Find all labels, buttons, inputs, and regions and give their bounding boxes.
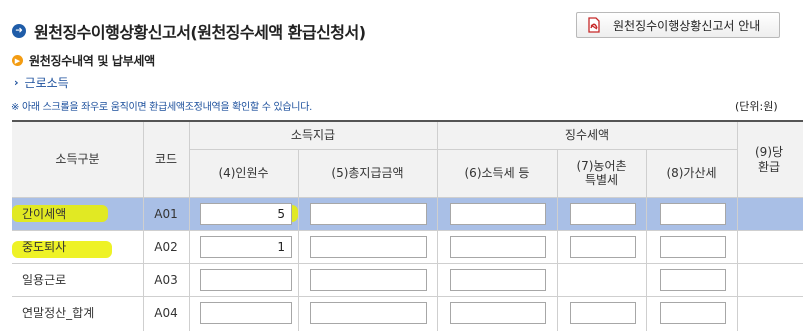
grid-line (189, 122, 190, 331)
circle-arrow-icon: ➜ (12, 24, 26, 38)
rural-tax-input[interactable] (570, 302, 636, 324)
subsection-heading: › 근로소득 (14, 74, 69, 91)
pdf-icon (588, 17, 600, 33)
header-withholding-tax: 징수세액 (437, 122, 737, 149)
header-additional-tax: (8)가산세 (646, 149, 737, 197)
header-refund: (9)당 환급 (737, 122, 803, 197)
withholding-table: 소득구분 코드 소득지급 징수세액 (9)당 환급 (4)인원수 (5)총지급금… (12, 120, 803, 331)
header-total-payment: (5)총지급금액 (298, 149, 437, 197)
unit-label: (단위:원) (735, 100, 778, 113)
headcount-input[interactable] (200, 236, 292, 258)
additional-tax-input[interactable] (660, 203, 726, 225)
row-code: A02 (154, 239, 178, 254)
grid-line (189, 149, 737, 150)
page-title-row: ➜ 원천징수이행상황신고서(원천징수세액 환급신청서) (12, 20, 366, 42)
total-payment-input[interactable] (310, 269, 427, 291)
headcount-input[interactable] (200, 203, 292, 225)
row-label: 간이세액 (22, 206, 67, 221)
grid-line (737, 122, 738, 331)
headcount-input[interactable] (200, 302, 292, 324)
row-label: 중도퇴사 (22, 239, 67, 254)
subsection-title: 근로소득 (24, 76, 69, 90)
row-label: 연말정산_합계 (22, 305, 95, 320)
grid-line (437, 122, 438, 331)
row-code: A04 (154, 305, 178, 320)
additional-tax-input[interactable] (660, 236, 726, 258)
total-payment-input[interactable] (310, 236, 427, 258)
page-title: 원천징수이행상황신고서(원천징수세액 환급신청서) (34, 23, 366, 42)
row-label: 일용근로 (22, 272, 67, 287)
header-income-payment: 소득지급 (189, 122, 437, 149)
rural-tax-input[interactable] (570, 203, 636, 225)
guide-button[interactable]: 원천징수이행상황신고서 안내 (576, 12, 780, 38)
rural-tax-input[interactable] (570, 236, 636, 258)
header-income-type: 소득구분 (12, 122, 143, 197)
income-tax-input[interactable] (450, 269, 546, 291)
additional-tax-input[interactable] (660, 302, 726, 324)
total-payment-input[interactable] (310, 203, 427, 225)
orange-circle-icon: ▶ (12, 55, 23, 66)
guide-button-label: 원천징수이행상황신고서 안내 (613, 18, 761, 33)
scroll-note: ※ 아래 스크롤을 좌우로 움직이면 환급세액조정내역을 확인할 수 있습니다. (11, 102, 312, 113)
header-income-tax: (6)소득세 등 (437, 149, 557, 197)
total-payment-input[interactable] (310, 302, 427, 324)
additional-tax-input[interactable] (660, 269, 726, 291)
income-tax-input[interactable] (450, 203, 546, 225)
grid-line (298, 149, 299, 331)
headcount-input[interactable] (200, 269, 292, 291)
row-code: A01 (154, 206, 178, 221)
income-tax-input[interactable] (450, 236, 546, 258)
section-heading: ▶ 원천징수내역 및 납부세액 (12, 52, 155, 69)
chevron-right-icon: › (14, 76, 19, 89)
grid-line (557, 149, 558, 331)
grid-line (646, 149, 647, 331)
section-title: 원천징수내역 및 납부세액 (29, 54, 155, 68)
row-code: A03 (154, 272, 178, 287)
header-headcount: (4)인원수 (189, 149, 298, 197)
income-tax-input[interactable] (450, 302, 546, 324)
header-code: 코드 (143, 122, 189, 197)
header-rural-tax: (7)농어촌 특별세 (557, 149, 646, 197)
